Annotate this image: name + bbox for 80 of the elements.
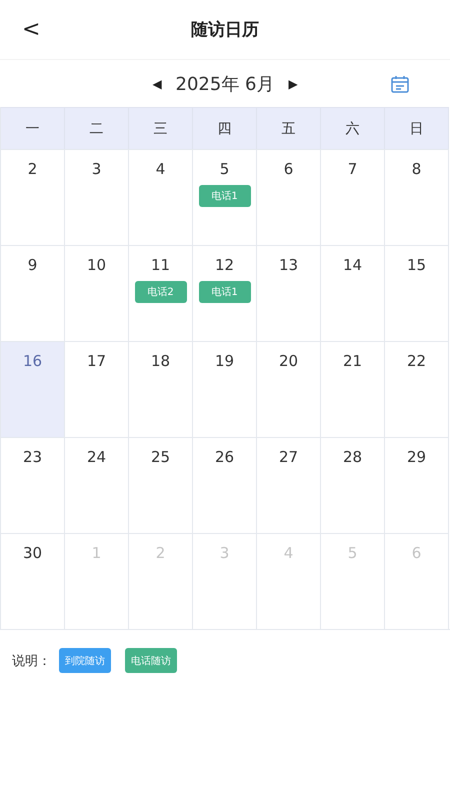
day-cell[interactable]: 9: [1, 245, 65, 341]
day-number: 6: [284, 160, 294, 178]
day-cell[interactable]: 16: [1, 341, 65, 437]
day-number: 5: [220, 160, 230, 178]
day-cell[interactable]: 14: [321, 245, 385, 341]
day-cell[interactable]: 26: [193, 437, 257, 533]
day-cell[interactable]: 13: [257, 245, 321, 341]
day-number: 16: [22, 352, 42, 370]
day-number: 29: [406, 448, 426, 466]
day-number: 12: [214, 256, 234, 274]
day-number: 9: [28, 256, 38, 274]
day-number: 6: [412, 544, 422, 562]
day-number: 22: [406, 352, 426, 370]
day-number: 8: [412, 160, 422, 178]
day-cell[interactable]: 30: [1, 533, 65, 629]
legend-label: 说明：: [12, 652, 51, 670]
day-cell[interactable]: 4: [129, 149, 193, 245]
weekday-header: 日: [385, 107, 449, 149]
weekday-header: 五: [257, 107, 321, 149]
day-cell[interactable]: 22: [385, 341, 449, 437]
day-number: 7: [348, 160, 358, 178]
day-number: 26: [214, 448, 234, 466]
day-number: 1: [92, 544, 102, 562]
calendar-icon[interactable]: [390, 74, 410, 94]
day-cell[interactable]: 28: [321, 437, 385, 533]
day-cell[interactable]: 5 电话1: [193, 149, 257, 245]
legend-tag: 电话随访: [125, 648, 177, 673]
day-number: 14: [342, 256, 362, 274]
day-number: 23: [22, 448, 42, 466]
day-cell[interactable]: 11 电话2: [129, 245, 193, 341]
day-cell[interactable]: 18: [129, 341, 193, 437]
day-number: 2: [28, 160, 38, 178]
day-number: 15: [406, 256, 426, 274]
day-number: 30: [22, 544, 42, 562]
day-number: 3: [220, 544, 230, 562]
day-cell[interactable]: 17: [65, 341, 129, 437]
next-month-button[interactable]: ▶: [286, 74, 300, 92]
day-cell[interactable]: 2: [1, 149, 65, 245]
weekday-header: 六: [321, 107, 385, 149]
weekday-header: 二: [65, 107, 129, 149]
day-cell[interactable]: 24: [65, 437, 129, 533]
day-cell[interactable]: 25: [129, 437, 193, 533]
day-number: 17: [86, 352, 106, 370]
legend-tag: 到院随访: [59, 648, 111, 673]
day-number: 20: [278, 352, 298, 370]
day-number: 27: [278, 448, 298, 466]
day-number: 21: [342, 352, 362, 370]
day-number: 5: [348, 544, 358, 562]
weekday-header: 三: [129, 107, 193, 149]
back-button[interactable]: <: [18, 18, 44, 42]
day-cell[interactable]: 3: [65, 149, 129, 245]
weekday-header: 四: [193, 107, 257, 149]
day-cell[interactable]: 10: [65, 245, 129, 341]
day-cell[interactable]: 27: [257, 437, 321, 533]
day-cell[interactable]: 15: [385, 245, 449, 341]
day-number: 4: [284, 544, 294, 562]
day-cell[interactable]: 7: [321, 149, 385, 245]
day-cell[interactable]: 29: [385, 437, 449, 533]
day-cell[interactable]: 21: [321, 341, 385, 437]
day-cell[interactable]: 8: [385, 149, 449, 245]
day-number: 18: [150, 352, 170, 370]
day-number: 3: [92, 160, 102, 178]
day-cell[interactable]: 12 电话1: [193, 245, 257, 341]
page-title: 随访日历: [191, 19, 259, 41]
day-number: 28: [342, 448, 362, 466]
day-cell[interactable]: 6: [257, 149, 321, 245]
day-number: 19: [214, 352, 234, 370]
day-number: 4: [156, 160, 166, 178]
day-number: 25: [150, 448, 170, 466]
day-number: 11: [150, 256, 170, 274]
day-number: 2: [156, 544, 166, 562]
day-number: 13: [278, 256, 298, 274]
day-number: 24: [86, 448, 106, 466]
day-cell[interactable]: 19: [193, 341, 257, 437]
weekday-header: 一: [1, 107, 65, 149]
previous-month-button[interactable]: ◀: [150, 74, 164, 92]
month-label: 2025年 6月: [176, 72, 274, 96]
day-number: 10: [86, 256, 106, 274]
day-cell[interactable]: 20: [257, 341, 321, 437]
day-cell[interactable]: 23: [1, 437, 65, 533]
